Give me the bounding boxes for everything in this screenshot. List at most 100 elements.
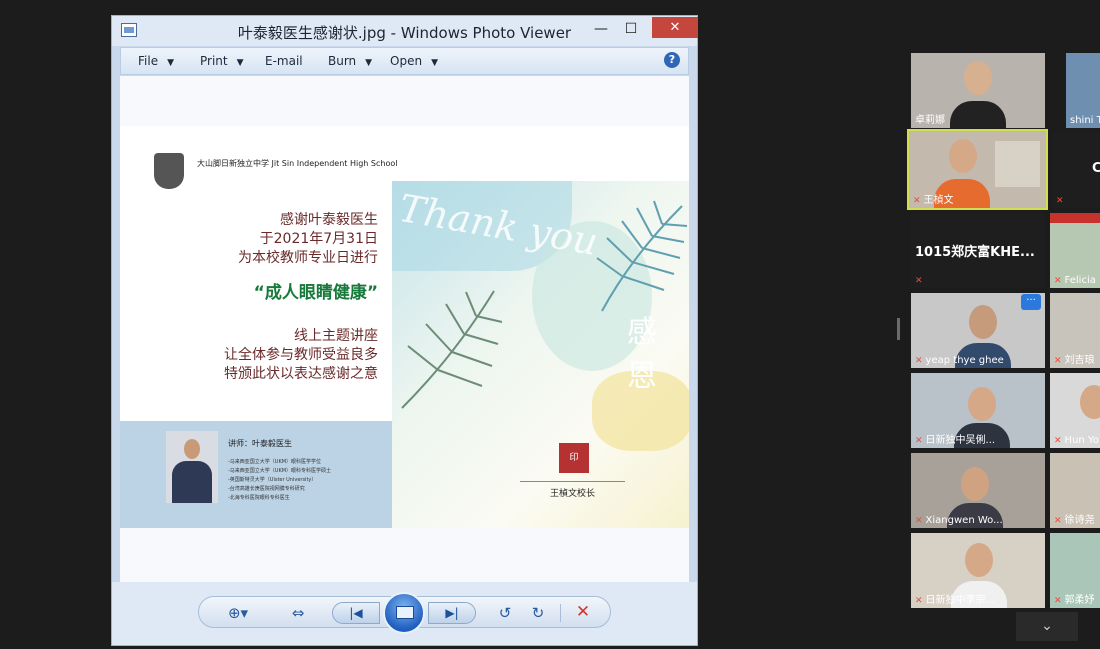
participant-label: ✕ 徐诗尧 — [1054, 511, 1095, 526]
gratitude-characters: 感恩 — [627, 315, 657, 394]
credential-line: -北海专科医院眼科专科医生 — [228, 495, 290, 501]
credential-line: -英国斯特灵大学（Ulster University） — [228, 477, 317, 483]
rotate-clockwise-button[interactable]: ↻ — [527, 604, 549, 622]
palm-leaf-icon — [596, 200, 688, 312]
title-bar[interactable]: 叶泰毅医生感谢状.jpg - Windows Photo Viewer — ☐ … — [112, 16, 698, 46]
participant-head — [969, 305, 997, 339]
participant-tile[interactable]: ✕ Felicia — [1050, 213, 1100, 288]
speaker-head — [184, 439, 200, 459]
participant-label: ✕ 刘吉琅 — [1054, 351, 1095, 366]
close-button[interactable]: ✕ — [652, 17, 698, 38]
scroll-down-button[interactable]: ⌄ — [1016, 612, 1078, 641]
file-menu[interactable]: File ▼ — [138, 54, 174, 68]
participant-tile[interactable]: ✕ 日新独中吴俐... — [911, 373, 1045, 448]
file-menu-label: File — [138, 54, 159, 68]
participant-tile[interactable]: ✕ 郭柔妤 — [1050, 533, 1100, 608]
participant-name: 日新独中吴俐... — [925, 435, 996, 446]
participant-tile[interactable]: ··· ✕ yeap thye ghee — [911, 293, 1045, 368]
participant-name: 徐诗尧 — [1064, 515, 1095, 526]
mic-off-icon: ✕ — [1056, 196, 1064, 206]
rotate-counterclockwise-button[interactable]: ↺ — [494, 604, 516, 622]
mic-off-icon: ✕ — [913, 196, 921, 206]
burn-menu-label: Burn — [328, 54, 357, 68]
participant-head — [968, 387, 996, 421]
participant-tile[interactable]: 卓莉娜 — [911, 53, 1045, 128]
mic-off-icon: ✕ — [915, 596, 923, 606]
chevron-down-icon: ▼ — [431, 58, 438, 68]
mic-off-icon: ✕ — [1054, 276, 1062, 286]
shelf-background — [995, 141, 1040, 187]
delete-button[interactable]: ✕ — [572, 603, 594, 621]
participant-label: ✕ 王楨文 — [913, 191, 954, 206]
open-menu-label: Open — [390, 54, 423, 68]
palm-leaf-icon — [401, 290, 503, 409]
signature-line — [520, 481, 625, 482]
print-menu[interactable]: Print ▼ — [200, 54, 244, 68]
maximize-button[interactable]: ☐ — [620, 19, 642, 39]
participant-name: shini Ta — [1070, 115, 1100, 126]
participant-label: ✕ yeap thye ghee — [915, 355, 1004, 366]
mic-off-icon: ✕ — [915, 276, 923, 286]
participant-tile[interactable]: ✕ 徐诗尧 — [1050, 453, 1100, 528]
minimize-button[interactable]: — — [590, 19, 612, 39]
participant-tile[interactable]: ✕ Hun Yo — [1050, 373, 1100, 448]
photo-viewer-window: 叶泰毅医生感谢状.jpg - Windows Photo Viewer — ☐ … — [111, 15, 698, 646]
divider — [560, 604, 561, 622]
email-label: E-mail — [265, 54, 303, 68]
participant-head — [964, 61, 992, 95]
banner-strip — [1050, 213, 1100, 223]
participant-tile[interactable]: ✕ 刘吉琅 — [1050, 293, 1100, 368]
credential-line: -台湾高雄长庚医院视网膜专科研究 — [228, 486, 305, 492]
participant-initial: C — [1092, 161, 1100, 176]
participant-name: 王楨文 — [923, 195, 954, 206]
more-options-button[interactable]: ··· — [1021, 294, 1041, 310]
benefit-line: 让全体参与教师受益良多 — [224, 347, 378, 363]
watercolor-art-panel: Thank you 感恩 印 王楨文校长 — [392, 181, 689, 528]
participant-name: yeap thye ghee — [925, 355, 1004, 366]
chevron-down-icon: ▼ — [236, 58, 244, 68]
participant-tile[interactable]: ✕ Xiangwen Wo... — [911, 453, 1045, 528]
certificate-image: 大山脚日新独立中学 Jit Sin Independent High Schoo… — [120, 126, 689, 528]
participant-label: ✕ 日新独中吴俐... — [915, 431, 995, 446]
speaker-info-panel: 讲师：叶泰毅医生 -马来西亚国立大学（UKM）眼科医学学位 -马来西亚国立大学（… — [120, 421, 392, 528]
print-menu-label: Print — [200, 54, 228, 68]
participant-tile[interactable]: 1015郑庆富KHE... ✕ — [911, 213, 1045, 288]
navigation-bar: ⊕▾ ⇔ |◀ ▶| ↺ ↻ ✕ — [112, 582, 697, 645]
participant-name: 郭柔妤 — [1064, 595, 1095, 606]
participant-label: ✕ Hun Yo — [1054, 435, 1099, 446]
mic-off-icon: ✕ — [915, 516, 923, 526]
thanks-line: 感谢叶泰毅医生 — [280, 212, 378, 228]
speaker-suit — [172, 461, 212, 503]
participant-tile[interactable]: C ✕ — [1052, 133, 1100, 208]
participant-name: 卓莉娜 — [915, 115, 945, 126]
principal-seal-stamp: 印 — [559, 443, 589, 473]
email-button[interactable]: E-mail — [265, 54, 303, 68]
mic-off-icon: ✕ — [915, 436, 923, 446]
school-crest-logo — [154, 153, 184, 189]
participant-label: ✕ 郭柔妤 — [1054, 591, 1095, 606]
participant-tile[interactable]: shini Ta — [1066, 53, 1100, 128]
slideshow-button[interactable] — [383, 592, 425, 634]
participant-head — [949, 139, 977, 173]
participant-head — [961, 467, 989, 501]
previous-button[interactable]: |◀ — [332, 602, 380, 624]
chevron-down-icon: ▼ — [365, 58, 373, 68]
help-icon[interactable]: ? — [664, 52, 680, 68]
participant-label: ✕ Xiangwen Wo... — [915, 515, 1003, 526]
participant-label: ✕ Felicia — [1054, 275, 1096, 286]
burn-menu[interactable]: Burn ▼ — [328, 54, 372, 68]
mic-off-icon: ✕ — [1054, 356, 1062, 366]
panel-resize-handle[interactable] — [897, 318, 900, 340]
chevron-down-icon: ▼ — [167, 58, 175, 68]
actual-size-button[interactable]: ⇔ — [287, 604, 309, 622]
gratitude-line: 特颁此状以表达感谢之意 — [224, 366, 378, 382]
next-button[interactable]: ▶| — [428, 602, 476, 624]
date-line: 于2021年7月31日 — [259, 231, 378, 247]
participant-tile[interactable]: ✕ 日新独中李宗... — [911, 533, 1045, 608]
talk-topic: “成人眼睛健康” — [253, 283, 378, 303]
participant-tile-active-speaker[interactable]: ✕ 王楨文 — [907, 129, 1048, 210]
mic-off-icon: ✕ — [1054, 516, 1062, 526]
zoom-button[interactable]: ⊕▾ — [227, 604, 249, 622]
open-menu[interactable]: Open ▼ — [390, 54, 438, 68]
participant-name: Felicia — [1064, 275, 1096, 286]
